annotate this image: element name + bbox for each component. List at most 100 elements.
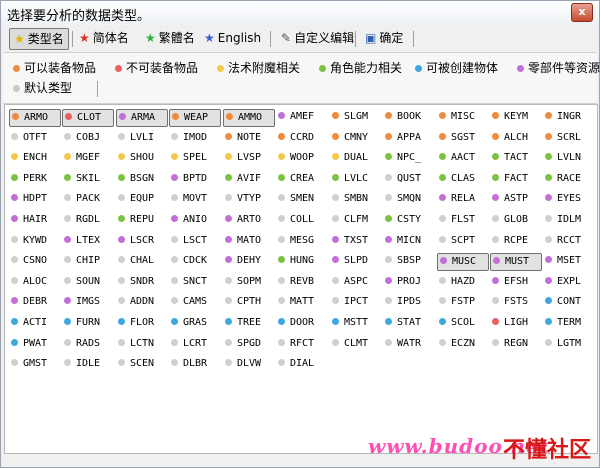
type-cell-cdck[interactable]: CDCK	[169, 253, 219, 269]
type-cell-pack[interactable]: PACK	[62, 191, 112, 207]
type-cell-amef[interactable]: AMEF	[276, 109, 326, 125]
type-cell-equp[interactable]: EQUP	[116, 191, 166, 207]
type-cell-crea[interactable]: CREA	[276, 171, 326, 187]
type-cell-idle[interactable]: IDLE	[62, 356, 112, 372]
type-cell-keym[interactable]: KEYM	[490, 109, 540, 125]
type-cell-bptd[interactable]: BPTD	[169, 171, 219, 187]
type-cell-stat[interactable]: STAT	[383, 315, 433, 331]
type-cell-clfm[interactable]: CLFM	[330, 212, 380, 228]
type-cell-hung[interactable]: HUNG	[276, 253, 326, 269]
type-cell-csno[interactable]: CSNO	[9, 253, 59, 269]
type-cell-skil[interactable]: SKIL	[62, 171, 112, 187]
filter-item[interactable]: 可被创建物体	[415, 59, 498, 77]
type-cell-fstp[interactable]: FSTP	[437, 294, 487, 310]
type-cell-term[interactable]: TERM	[543, 315, 593, 331]
type-cell-arma[interactable]: ARMA	[116, 109, 168, 127]
type-cell-mset[interactable]: MSET	[543, 253, 593, 269]
type-cell-lscr[interactable]: LSCR	[116, 233, 166, 249]
type-cell-hazd[interactable]: HAZD	[437, 274, 487, 290]
type-cell-dehy[interactable]: DEHY	[223, 253, 273, 269]
type-cell-bsgn[interactable]: BSGN	[116, 171, 166, 187]
type-cell-csty[interactable]: CSTY	[383, 212, 433, 228]
filter-item[interactable]: 不可装备物品	[115, 59, 198, 77]
type-cell-ccrd[interactable]: CCRD	[276, 130, 326, 146]
type-cell-revb[interactable]: REVB	[276, 274, 326, 290]
type-cell-idlm[interactable]: IDLM	[543, 212, 593, 228]
type-cell-expl[interactable]: EXPL	[543, 274, 593, 290]
type-cell-clmt[interactable]: CLMT	[330, 336, 380, 352]
type-cell-mato[interactable]: MATO	[223, 233, 273, 249]
type-cell-snct[interactable]: SNCT	[169, 274, 219, 290]
type-cell-gras[interactable]: GRAS	[169, 315, 219, 331]
type-cell-npc_[interactable]: NPC_	[383, 150, 433, 166]
type-cell-soun[interactable]: SOUN	[62, 274, 112, 290]
type-cell-cobj[interactable]: COBJ	[62, 130, 112, 146]
type-cell-ipds[interactable]: IPDS	[383, 294, 433, 310]
type-cell-eczn[interactable]: ECZN	[437, 336, 487, 352]
type-cell-weap[interactable]: WEAP	[169, 109, 221, 127]
type-cell-imgs[interactable]: IMGS	[62, 294, 112, 310]
type-cell-appa[interactable]: APPA	[383, 130, 433, 146]
type-cell-fsts[interactable]: FSTS	[490, 294, 540, 310]
toolbar-button-5[interactable]: ▣ 确定	[361, 28, 407, 48]
type-cell-scen[interactable]: SCEN	[116, 356, 166, 372]
type-cell-perk[interactable]: PERK	[9, 171, 59, 187]
type-cell-matt[interactable]: MATT	[276, 294, 326, 310]
type-cell-chip[interactable]: CHIP	[62, 253, 112, 269]
type-cell-lsct[interactable]: LSCT	[169, 233, 219, 249]
filter-item[interactable]: 角色能力相关	[319, 59, 402, 77]
type-cell-rela[interactable]: RELA	[437, 191, 487, 207]
filter-item[interactable]: 可以装备物品	[13, 59, 96, 77]
type-cell-qust[interactable]: QUST	[383, 171, 433, 187]
type-cell-scol[interactable]: SCOL	[437, 315, 487, 331]
type-cell-lgtm[interactable]: LGTM	[543, 336, 593, 352]
type-cell-regn[interactable]: REGN	[490, 336, 540, 352]
type-cell-coll[interactable]: COLL	[276, 212, 326, 228]
type-cell-acti[interactable]: ACTI	[9, 315, 59, 331]
type-cell-lvln[interactable]: LVLN	[543, 150, 593, 166]
type-cell-ltex[interactable]: LTEX	[62, 233, 112, 249]
filter-item[interactable]: 默认类型	[13, 79, 72, 97]
type-cell-scrl[interactable]: SCRL	[543, 130, 593, 146]
type-cell-astp[interactable]: ASTP	[490, 191, 540, 207]
type-cell-lcrt[interactable]: LCRT	[169, 336, 219, 352]
toolbar-button-2[interactable]: ★ 繁體名	[141, 28, 199, 48]
type-cell-gmst[interactable]: GMST	[9, 356, 59, 372]
type-cell-movt[interactable]: MOVT	[169, 191, 219, 207]
type-cell-glob[interactable]: GLOB	[490, 212, 540, 228]
toolbar-button-1[interactable]: ★ 简体名	[75, 28, 133, 48]
type-cell-woop[interactable]: WOOP	[276, 150, 326, 166]
type-cell-arto[interactable]: ARTO	[223, 212, 273, 228]
type-cell-must[interactable]: MUST	[490, 253, 542, 272]
type-cell-eyes[interactable]: EYES	[543, 191, 593, 207]
type-cell-dlvw[interactable]: DLVW	[223, 356, 273, 372]
type-cell-spgd[interactable]: SPGD	[223, 336, 273, 352]
type-cell-shou[interactable]: SHOU	[116, 150, 166, 166]
type-cell-micn[interactable]: MICN	[383, 233, 433, 249]
type-cell-lvsp[interactable]: LVSP	[223, 150, 273, 166]
type-cell-spel[interactable]: SPEL	[169, 150, 219, 166]
type-cell-lvlc[interactable]: LVLC	[330, 171, 380, 187]
type-cell-scpt[interactable]: SCPT	[437, 233, 487, 249]
type-cell-aloc[interactable]: ALOC	[9, 274, 59, 290]
type-cell-dlbr[interactable]: DLBR	[169, 356, 219, 372]
type-cell-sndr[interactable]: SNDR	[116, 274, 166, 290]
type-cell-clot[interactable]: CLOT	[62, 109, 114, 127]
type-cell-lvli[interactable]: LVLI	[116, 130, 166, 146]
type-cell-addn[interactable]: ADDN	[116, 294, 166, 310]
type-cell-tact[interactable]: TACT	[490, 150, 540, 166]
type-cell-flst[interactable]: FLST	[437, 212, 487, 228]
type-cell-rads[interactable]: RADS	[62, 336, 112, 352]
type-cell-lctn[interactable]: LCTN	[116, 336, 166, 352]
type-cell-watr[interactable]: WATR	[383, 336, 433, 352]
type-cell-book[interactable]: BOOK	[383, 109, 433, 125]
type-cell-rgdl[interactable]: RGDL	[62, 212, 112, 228]
type-cell-vtyp[interactable]: VTYP	[223, 191, 273, 207]
type-cell-sbsp[interactable]: SBSP	[383, 253, 433, 269]
type-cell-rcpe[interactable]: RCPE	[490, 233, 540, 249]
type-cell-musc[interactable]: MUSC	[437, 253, 489, 272]
type-cell-chal[interactable]: CHAL	[116, 253, 166, 269]
type-cell-rfct[interactable]: RFCT	[276, 336, 326, 352]
type-cell-hair[interactable]: HAIR	[9, 212, 59, 228]
type-cell-hdpt[interactable]: HDPT	[9, 191, 59, 207]
